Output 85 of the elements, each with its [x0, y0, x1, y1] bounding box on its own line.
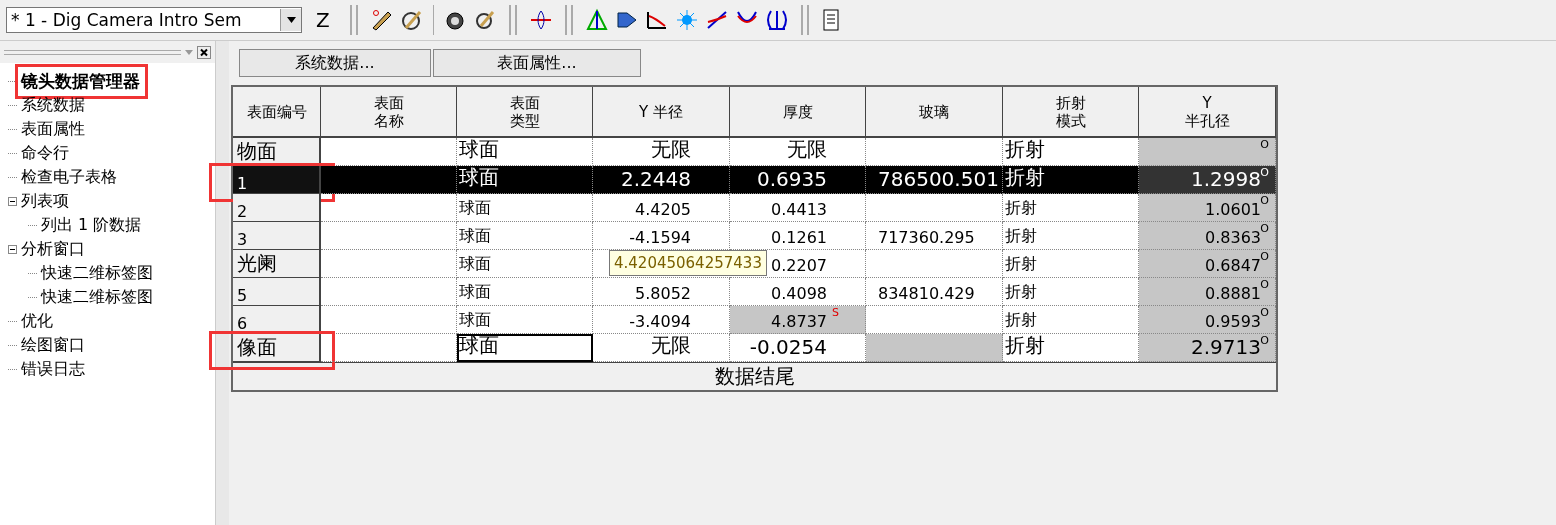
- tab-button[interactable]: 表面属性...: [433, 49, 641, 77]
- table-cell[interactable]: [321, 250, 457, 278]
- table-cell[interactable]: 球面: [457, 194, 593, 222]
- column-header[interactable]: 玻璃: [866, 87, 1003, 138]
- table-cell[interactable]: 折射: [1003, 166, 1139, 194]
- toolbar-separator: [564, 5, 573, 35]
- tree-item[interactable]: 检查电子表格: [21, 166, 117, 188]
- tree-item[interactable]: 优化: [21, 310, 53, 332]
- table-footer: 数据结尾: [233, 362, 1276, 390]
- row-header[interactable]: 3: [233, 222, 321, 250]
- close-icon[interactable]: [197, 45, 211, 59]
- collapse-icon[interactable]: [8, 196, 17, 206]
- tab-button[interactable]: 系统数据...: [239, 49, 431, 77]
- tree-item[interactable]: 分析窗口: [21, 238, 85, 260]
- table-cell[interactable]: [321, 166, 457, 194]
- tree-item[interactable]: 表面属性: [21, 118, 85, 140]
- row-header[interactable]: 像面: [233, 334, 321, 362]
- layout-icon[interactable]: [528, 8, 553, 32]
- row-header[interactable]: 2: [233, 194, 321, 222]
- pencil-icon[interactable]: [399, 8, 424, 32]
- toolbar-separator: [349, 5, 358, 35]
- table-cell[interactable]: 球面: [457, 222, 593, 250]
- table-cell[interactable]: O: [1139, 138, 1276, 166]
- tree-item[interactable]: 系统数据: [21, 94, 85, 116]
- table-cell[interactable]: [321, 222, 457, 250]
- solve-marker[interactable]: O: [1260, 195, 1269, 206]
- table-cell[interactable]: [866, 334, 1003, 362]
- table-cell[interactable]: 球面: [457, 166, 593, 194]
- column-header[interactable]: 表面类型: [457, 87, 593, 138]
- dropdown-arrow-icon: [286, 17, 296, 23]
- solve-marker[interactable]: O: [1260, 279, 1269, 290]
- row-header[interactable]: 5: [233, 278, 321, 306]
- table-cell[interactable]: [866, 194, 1003, 222]
- document-icon[interactable]: [820, 8, 841, 32]
- tree-item[interactable]: 错误日志: [21, 358, 85, 380]
- solve-marker[interactable]: O: [1260, 223, 1269, 234]
- tree-item[interactable]: 绘图窗口: [21, 334, 85, 356]
- toolbar-separator: [800, 5, 809, 35]
- table-cell[interactable]: 786500.501: [866, 166, 1003, 194]
- document-dropdown[interactable]: * 1 - Dig Camera Intro Sem: [6, 7, 302, 33]
- table-cell[interactable]: 球面: [457, 278, 593, 306]
- table-cell[interactable]: 球面: [457, 306, 593, 334]
- table-cell[interactable]: 4.4205: [593, 194, 730, 222]
- solve-marker[interactable]: O: [1260, 167, 1269, 178]
- table-cell[interactable]: 球面: [457, 334, 593, 362]
- table-cell[interactable]: [321, 194, 457, 222]
- tree-item[interactable]: 快速二维标签图: [41, 262, 153, 284]
- table-cell[interactable]: [866, 250, 1003, 278]
- tree-item[interactable]: 列出 1 阶数据: [41, 214, 142, 236]
- row-header[interactable]: 1: [233, 166, 321, 194]
- column-header[interactable]: Y 半径: [593, 87, 730, 138]
- tree-item[interactable]: 镜头数据管理器: [21, 69, 140, 93]
- table-cell[interactable]: 717360.295: [866, 222, 1003, 250]
- spot-diagram-icon[interactable]: [674, 8, 699, 32]
- toolbar-separator: [432, 5, 434, 35]
- table-cell[interactable]: 0.6935: [730, 166, 866, 194]
- solve-marker[interactable]: O: [1260, 335, 1269, 346]
- row-header[interactable]: 光阑: [233, 250, 321, 278]
- table-cell[interactable]: 834810.429: [866, 278, 1003, 306]
- dropdown-arrow-icon[interactable]: [183, 47, 195, 57]
- table-cell[interactable]: [321, 278, 457, 306]
- table-cell[interactable]: 0.4413: [730, 194, 866, 222]
- column-header[interactable]: 表面名称: [321, 87, 457, 138]
- solve-marker[interactable]: O: [1260, 139, 1269, 150]
- toolbar-separator: [508, 5, 517, 35]
- column-header[interactable]: 表面编号: [233, 87, 321, 138]
- solve-marker[interactable]: O: [1260, 307, 1269, 318]
- table-cell[interactable]: 5.8052: [593, 278, 730, 306]
- tooltip: 4.42045064257433: [609, 250, 767, 276]
- row-header[interactable]: 物面: [233, 138, 321, 166]
- lens-profile-icon[interactable]: [764, 8, 789, 32]
- z-button[interactable]: Z: [308, 8, 338, 32]
- column-header[interactable]: 折射模式: [1003, 87, 1139, 138]
- column-header[interactable]: Y 半孔径: [1139, 87, 1276, 138]
- tree-item[interactable]: 快速二维标签图: [41, 286, 153, 308]
- table-cell[interactable]: 球面: [457, 250, 593, 278]
- tree-item[interactable]: 命令行: [21, 142, 69, 164]
- ray-fan-icon[interactable]: [584, 8, 609, 32]
- row-header[interactable]: 6: [233, 306, 321, 334]
- tree-item[interactable]: 列表项: [21, 190, 69, 212]
- collapse-icon[interactable]: [8, 244, 17, 254]
- table-cell[interactable]: 4.8737 S: [730, 306, 866, 334]
- table-cell[interactable]: 2.2448: [593, 166, 730, 194]
- solve-marker[interactable]: O: [1260, 251, 1269, 262]
- column-header[interactable]: 厚度: [730, 87, 866, 138]
